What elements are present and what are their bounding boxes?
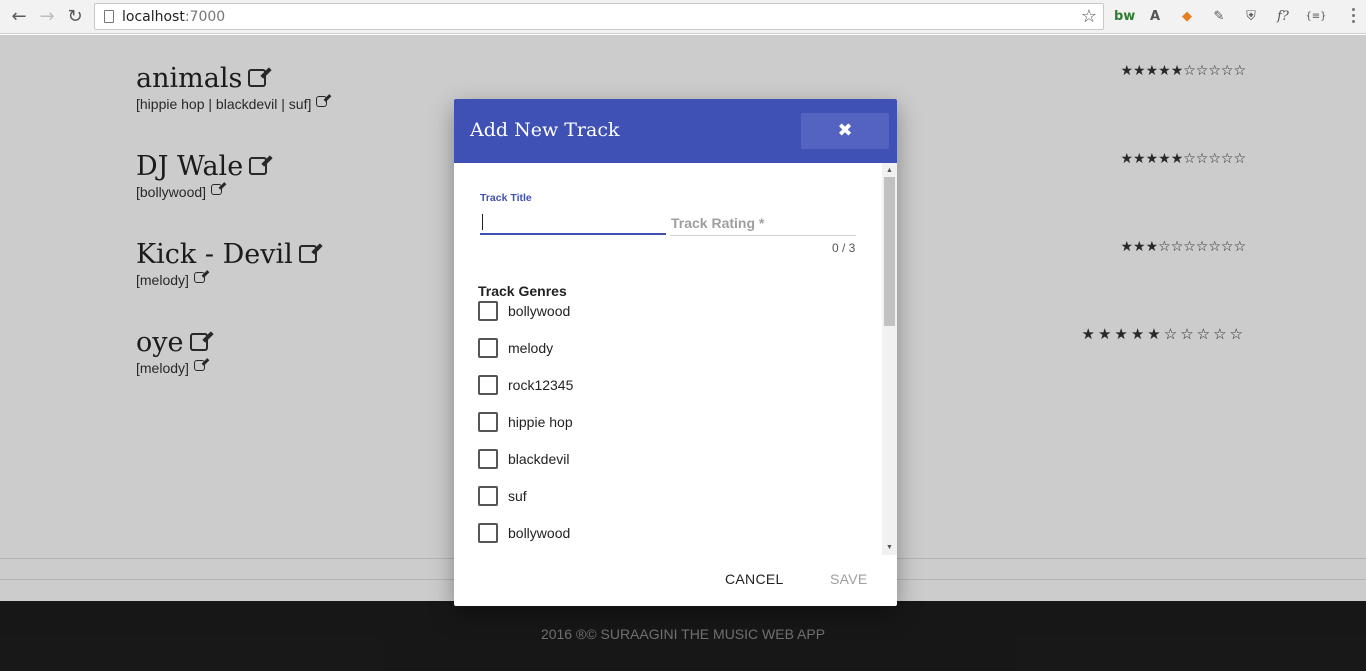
scroll-thumb[interactable] [884,177,895,326]
bookmark-star-icon[interactable]: ☆ [1081,6,1097,27]
close-button[interactable]: ✖ [801,113,889,149]
scroll-down-icon[interactable]: ▼ [886,544,893,551]
genre-label: suf [508,488,527,504]
character-counter: 0 / 3 [832,241,856,255]
genres-heading: Track Genres [478,283,567,299]
checkbox[interactable] [478,375,498,395]
checkbox[interactable] [478,486,498,506]
modal-backdrop-footer [0,601,1366,671]
checkbox[interactable] [478,449,498,469]
text-cursor [482,214,483,230]
browser-menu-icon[interactable] [1352,8,1356,26]
extension-json-icon[interactable]: {≡} [1304,7,1328,27]
reload-icon[interactable]: ↻ [64,6,86,28]
cancel-button[interactable]: CANCEL [725,571,784,587]
checkbox[interactable] [478,523,498,543]
genre-label: melody [508,340,554,356]
add-track-dialog: Add New Track ✖ Track Title Track Rating… [454,99,897,606]
genre-label: rock12345 [508,377,574,393]
track-title-label: Track Title [480,192,532,204]
checkbox[interactable] [478,412,498,432]
genre-label: bollywood [508,525,571,541]
genre-label: blackdevil [508,451,570,467]
dialog-title: Add New Track [470,119,620,141]
back-arrow-icon[interactable]: ← [8,6,30,28]
track-rating-placeholder: Track Rating * [671,215,765,231]
scroll-up-icon[interactable]: ▲ [886,167,893,174]
dialog-actions: CANCEL SAVE [454,555,897,606]
extension-formula-icon[interactable]: f? [1272,7,1294,27]
address-bar[interactable]: localhost:7000 ☆ [94,3,1104,30]
track-title-input[interactable] [480,209,666,235]
checkbox[interactable] [478,338,498,358]
extension-bw-icon[interactable]: bw [1114,7,1135,27]
url-text: localhost:7000 [122,9,226,25]
page-icon [104,10,114,23]
dialog-body: Track Title Track Rating * 0 / 3 Track G… [454,163,897,555]
extension-angular-icon[interactable]: A [1146,7,1164,27]
dialog-header: Add New Track ✖ [454,99,897,163]
genre-label: bollywood [508,303,571,319]
extension-orange-icon[interactable]: ◆ [1178,7,1196,27]
extension-eyedropper-icon[interactable]: ✎ [1210,7,1228,27]
forward-arrow-icon[interactable]: → [36,6,58,28]
checkbox[interactable] [478,301,498,321]
save-button[interactable]: SAVE [830,571,868,587]
browser-toolbar: ← → ↻ localhost:7000 ☆ bw A ◆ ✎ ⛨ f? {≡} [0,0,1366,34]
dialog-scrollbar[interactable]: ▲ ▼ [882,163,897,555]
close-icon: ✖ [837,120,853,141]
extension-shield-icon[interactable]: ⛨ [1242,7,1260,27]
genre-label: hippie hop [508,414,573,430]
